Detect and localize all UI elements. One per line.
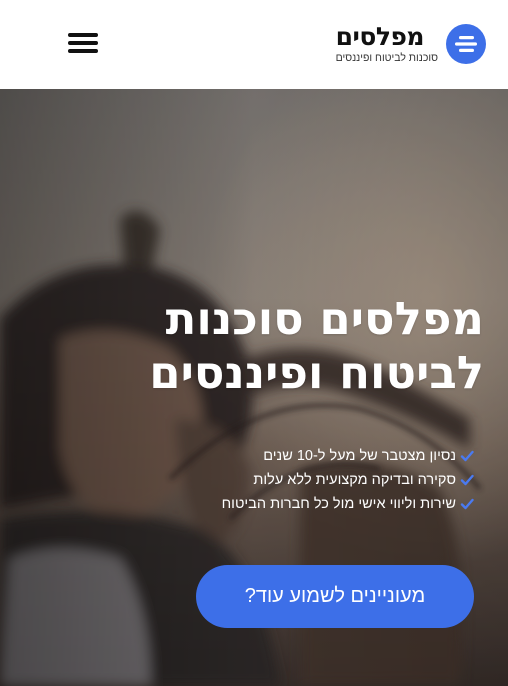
check-icon — [460, 450, 474, 462]
logo-tagline: סוכנות לביטוח ופיננסים — [335, 52, 438, 64]
hamburger-menu-icon[interactable] — [68, 31, 98, 55]
feature-item: שירות וליווי אישי מול כל חברות הביטוח — [154, 492, 474, 516]
hero-section: מפלסים סוכנות לביטוח ופיננסים נסיון מצטב… — [0, 89, 508, 686]
hero-title-line-2: לביטוח ופיננסים — [149, 346, 484, 399]
feature-text: סקירה ובדיקה מקצועית ללא עלות — [253, 472, 456, 488]
site-header: מפלסים סוכנות לביטוח ופיננסים — [0, 0, 508, 89]
hero-title-line-1: מפלסים סוכנות — [165, 292, 484, 345]
feature-text: שירות וליווי אישי מול כל חברות הביטוח — [221, 496, 456, 512]
learn-more-button[interactable]: מעוניינים לשמוע עוד? — [196, 565, 474, 628]
feature-text: נסיון מצטבר של מעל ל-10 שנים — [263, 448, 456, 464]
check-icon — [460, 474, 474, 486]
logo-text: מפלסים סוכנות לביטוח ופיננסים — [336, 23, 438, 65]
logo-name: מפלסים — [335, 22, 425, 51]
feature-item: סקירה ובדיקה מקצועית ללא עלות — [154, 468, 474, 492]
hero-title: מפלסים סוכנות לביטוח ופיננסים — [64, 292, 484, 400]
site-logo[interactable]: מפלסים סוכנות לביטוח ופיננסים — [336, 22, 486, 66]
feature-list: נסיון מצטבר של מעל ל-10 שנים סקירה ובדיק… — [154, 444, 474, 516]
mefalsim-logo-icon — [446, 24, 486, 64]
check-icon — [460, 498, 474, 510]
feature-item: נסיון מצטבר של מעל ל-10 שנים — [154, 444, 474, 468]
